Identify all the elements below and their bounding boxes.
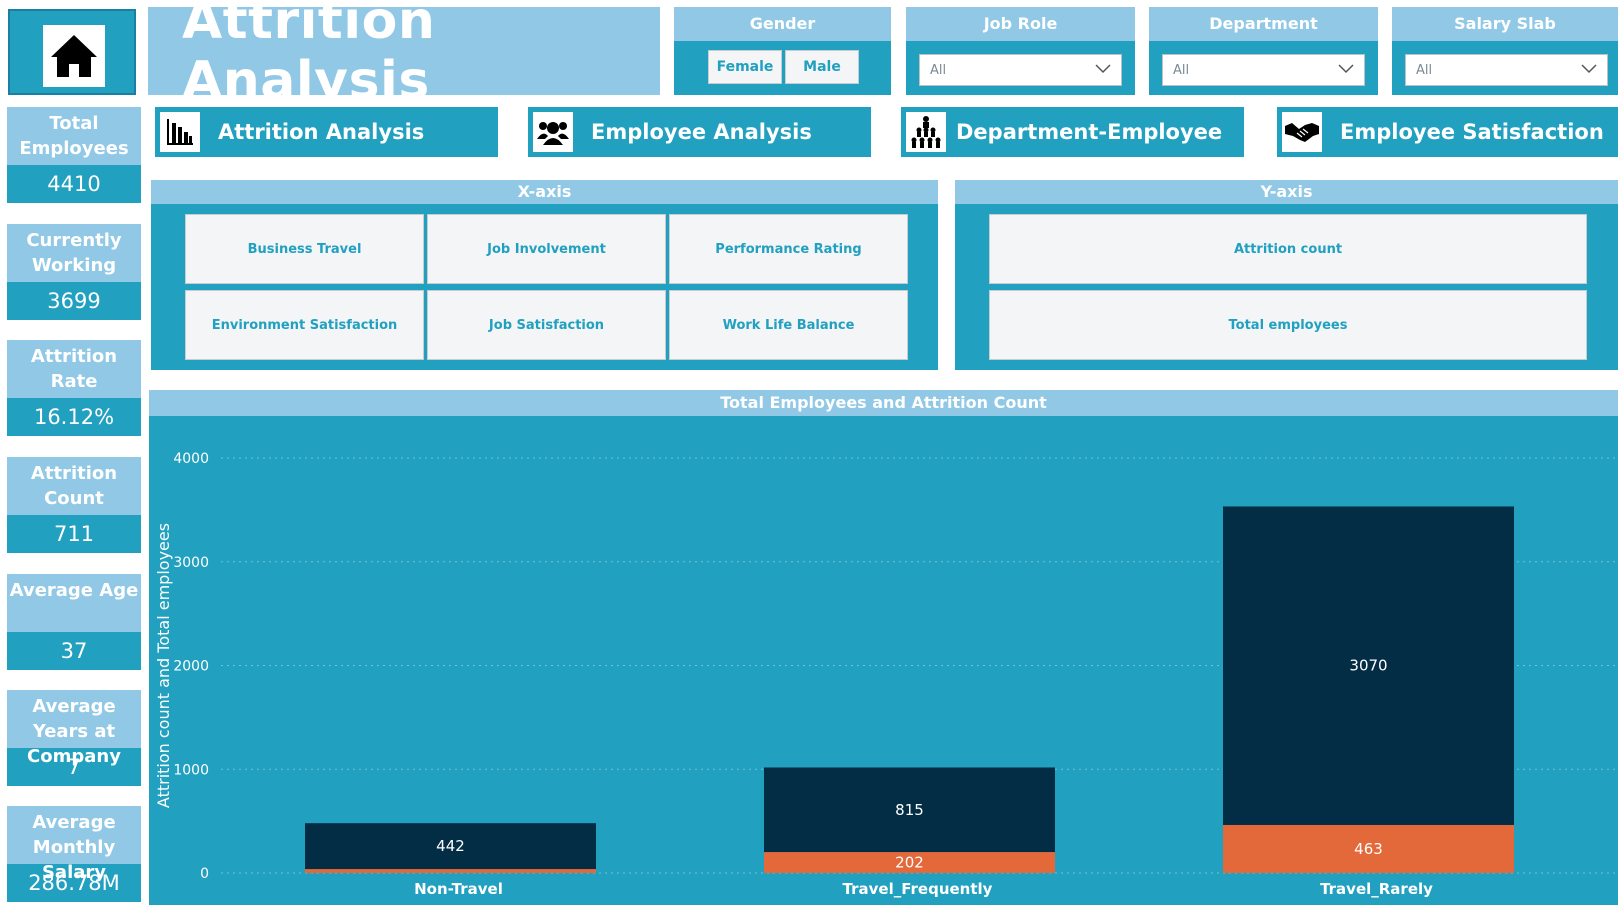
data-label: 815 <box>895 801 924 819</box>
kpi-label: Total Employees <box>7 107 141 165</box>
x-option-environment-satisfaction[interactable]: Environment Satisfaction <box>185 290 424 360</box>
department-filter-label: Department <box>1149 7 1378 41</box>
salary-slab-filter-label: Salary Slab <box>1392 7 1618 41</box>
job-role-filter-label: Job Role <box>906 7 1135 41</box>
people-icon <box>533 112 573 152</box>
y-axis-panel: Y-axis Attrition count Total employees <box>955 180 1618 370</box>
chevron-down-icon <box>1338 63 1354 78</box>
y-axis-title: Y-axis <box>955 180 1618 204</box>
department-value: All <box>1173 62 1190 78</box>
gender-filter-label: Gender <box>674 7 891 41</box>
title-panel: Attrition Analysis <box>148 0 660 111</box>
gender-filter: Gender Female Male <box>674 7 891 95</box>
kpi-value: 4410 <box>7 165 141 203</box>
chevron-down-icon <box>1095 63 1111 78</box>
job-role-dropdown[interactable]: All <box>919 54 1122 86</box>
chart-title: Total Employees and Attrition Count <box>149 390 1618 416</box>
x-option-performance-rating[interactable]: Performance Rating <box>669 214 908 284</box>
kpi-label: Average Years at Company <box>7 690 141 767</box>
page-title: Attrition Analysis <box>182 0 436 111</box>
x-option-work-life-balance[interactable]: Work Life Balance <box>669 290 908 360</box>
kpi-average-years: Average Years at Company 7 <box>7 690 141 786</box>
data-label: 442 <box>436 837 465 855</box>
gender-female-button[interactable]: Female <box>708 50 782 84</box>
x-axis-title: X-axis <box>151 180 938 204</box>
kpi-attrition-rate: Attrition Rate 16.12% <box>7 340 141 436</box>
kpi-total-employees: Total Employees 4410 <box>7 107 141 203</box>
y-option-total-employees[interactable]: Total employees <box>989 290 1587 360</box>
department-dropdown[interactable]: All <box>1162 54 1365 86</box>
nav-label: Employee Satisfaction <box>1340 120 1604 144</box>
nav-attrition-analysis[interactable]: Attrition Analysis <box>155 107 498 157</box>
chevron-down-icon <box>1581 63 1597 78</box>
stacked-bar-chart: 0 1000 2000 3000 4000 Attrition count and Tot… <box>149 416 1618 905</box>
nav-employee-satisfaction[interactable]: Employee Satisfaction <box>1277 107 1618 157</box>
x-tick-label: Travel_Rarely <box>1320 880 1433 898</box>
y-tick-label: 3000 <box>173 555 209 571</box>
y-tick-label: 0 <box>200 866 209 882</box>
kpi-value: 3699 <box>7 282 141 320</box>
data-label: 202 <box>895 854 924 872</box>
kpi-label: Average Age <box>7 574 141 632</box>
kpi-currently-working: Currently Working 3699 <box>7 224 141 320</box>
x-tick-label: Travel_Frequently <box>843 880 993 898</box>
y-axis-label: Attrition count and Total employees <box>154 523 173 808</box>
kpi-label: Attrition Rate <box>7 340 141 398</box>
salary-slab-dropdown[interactable]: All <box>1405 54 1608 86</box>
handshake-icon <box>1282 112 1322 152</box>
chart-panel: Total Employees and Attrition Count 0 100… <box>149 390 1618 905</box>
y-tick-label: 2000 <box>173 659 209 675</box>
bar-segment <box>305 869 596 873</box>
kpi-value: 16.12% <box>7 398 141 436</box>
y-tick-label: 1000 <box>173 762 209 778</box>
kpi-value: 711 <box>7 515 141 553</box>
y-option-attrition-count[interactable]: Attrition count <box>989 214 1587 284</box>
y-tick-label: 4000 <box>173 451 209 467</box>
nav-label: Department-Employee <box>956 120 1223 144</box>
home-button[interactable] <box>8 9 136 95</box>
kpi-attrition-count: Attrition Count 711 <box>7 457 141 553</box>
gender-male-button[interactable]: Male <box>785 50 859 84</box>
job-role-value: All <box>930 62 947 78</box>
nav-label: Attrition Analysis <box>218 120 425 144</box>
salary-slab-value: All <box>1416 62 1433 78</box>
x-tick-label: Non-Travel <box>414 880 503 898</box>
x-option-job-involvement[interactable]: Job Involvement <box>427 214 666 284</box>
kpi-label: Average Monthly Salary <box>7 806 141 883</box>
kpi-average-age: Average Age 37 <box>7 574 141 670</box>
nav-employee-analysis[interactable]: Employee Analysis <box>528 107 871 157</box>
job-role-filter: Job Role All <box>906 7 1135 95</box>
nav-label: Employee Analysis <box>591 120 812 144</box>
kpi-value: 37 <box>7 632 141 670</box>
data-label: 463 <box>1354 840 1383 858</box>
bar-chart-icon <box>160 112 200 152</box>
nav-department-employee[interactable]: Department-Employee <box>901 107 1244 157</box>
salary-slab-filter: Salary Slab All <box>1392 7 1618 95</box>
org-group-icon <box>906 112 946 152</box>
kpi-label: Currently Working <box>7 224 141 282</box>
data-label: 3070 <box>1349 657 1387 675</box>
x-option-business-travel[interactable]: Business Travel <box>185 214 424 284</box>
kpi-average-salary: Average Monthly Salary 286.78M <box>7 806 141 902</box>
x-axis-panel: X-axis Business Travel Job Involvement P… <box>151 180 938 370</box>
department-filter: Department All <box>1149 7 1378 95</box>
kpi-label: Attrition Count <box>7 457 141 515</box>
home-icon <box>43 25 105 87</box>
x-option-job-satisfaction[interactable]: Job Satisfaction <box>427 290 666 360</box>
